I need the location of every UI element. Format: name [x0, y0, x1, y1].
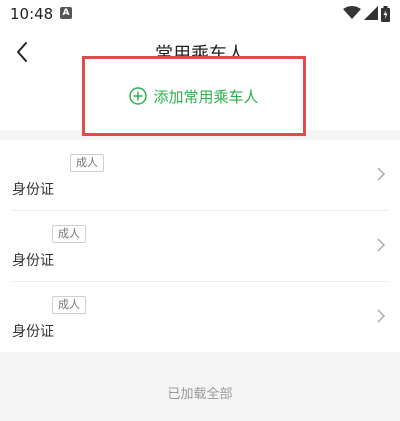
- id-type-label: 身份证: [12, 253, 54, 269]
- status-bar: 10:48 A: [0, 0, 400, 30]
- id-type-label: 身份证: [12, 324, 54, 340]
- passenger-row[interactable]: 成人 身份证: [0, 282, 400, 352]
- notification-icon: A: [60, 7, 72, 19]
- passenger-type-tag: 成人: [70, 154, 104, 172]
- passenger-type-tag: 成人: [52, 225, 86, 243]
- chevron-right-icon: [377, 309, 386, 323]
- status-time: 10:48: [10, 5, 54, 23]
- chevron-right-icon: [377, 167, 386, 181]
- system-icons: [343, 6, 390, 22]
- id-type-label: 身份证: [12, 182, 54, 198]
- passenger-list: 成人 身份证 成人 身份证 成人 身份证: [0, 140, 400, 352]
- plus-circle-icon: [129, 87, 148, 105]
- signal-icon: [364, 6, 378, 20]
- wifi-icon: [343, 6, 361, 19]
- passenger-type-tag: 成人: [52, 296, 86, 314]
- add-passenger-button[interactable]: 添加常用乘车人: [82, 56, 306, 136]
- list-end-text: 已加载全部: [167, 387, 233, 402]
- passenger-row[interactable]: 成人 身份证: [0, 140, 400, 210]
- add-passenger-section: 添加常用乘车人: [0, 56, 400, 136]
- battery-icon: [381, 6, 390, 22]
- add-passenger-label: 添加常用乘车人: [153, 87, 259, 106]
- chevron-right-icon: [377, 238, 386, 252]
- passenger-row[interactable]: 成人 身份证: [0, 211, 400, 281]
